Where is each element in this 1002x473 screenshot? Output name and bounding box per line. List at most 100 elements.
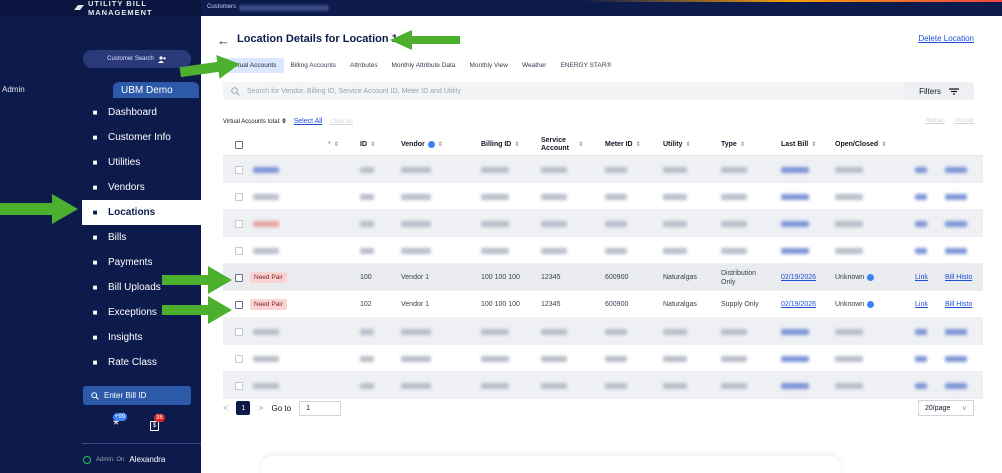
- notification-area: * +99 $ 38: [110, 413, 170, 435]
- row-checkbox[interactable]: [235, 345, 243, 372]
- need-pair-badge: Need Pair: [250, 291, 287, 318]
- row-link[interactable]: Link: [915, 291, 928, 318]
- table-row[interactable]: Need Pair 100 Vendor 1 100 100 100 12345 6009…: [223, 264, 983, 291]
- table-row[interactable]: [223, 156, 983, 183]
- row-checkbox[interactable]: [235, 372, 243, 399]
- customer-search-label: Customer Search: [107, 56, 154, 62]
- row-checkbox[interactable]: [235, 210, 243, 237]
- header-billing-id[interactable]: Billing ID ⇕: [481, 141, 519, 149]
- sidebar-item-vendors[interactable]: ■ Vendors: [82, 175, 201, 200]
- bill-history-link[interactable]: Bill Histo: [945, 291, 983, 318]
- header-utility[interactable]: Utility ⇕: [663, 141, 690, 149]
- redacted-status: [253, 183, 279, 210]
- annotation-arrow-locations: [0, 194, 78, 224]
- clear-all-link[interactable]: Clear All: [330, 119, 352, 125]
- sidebar-item-label: Customer Info: [108, 132, 171, 144]
- bill-id-input[interactable]: Enter Bill ID: [83, 386, 191, 405]
- redacted-cell: [360, 318, 374, 345]
- delete-location-link[interactable]: Delete Location: [918, 34, 974, 43]
- summary-row: Virtual Accounts total: 9 Select All Cle…: [223, 118, 353, 125]
- brand-bar: UTILITY BILL MANAGEMENT: [0, 0, 201, 17]
- redacted-status: [253, 237, 279, 264]
- redacted-cell: [945, 237, 967, 264]
- tab-monthly-view[interactable]: Monthly View: [462, 58, 515, 73]
- remap-link[interactable]: Remap: [925, 118, 944, 124]
- info-icon: [867, 301, 875, 308]
- cell-utility: Naturalgas: [663, 301, 697, 308]
- sidebar-item-insights[interactable]: ■ Insights: [82, 325, 201, 350]
- header-last-bill[interactable]: Last Bill ⇕: [781, 141, 816, 149]
- cell-open-closed: Unknown: [835, 264, 875, 291]
- main-content: ← Location Details for Location 1 Delete…: [201, 16, 1002, 473]
- header-select-checkbox[interactable]: [235, 140, 243, 149]
- tab-billing-accounts[interactable]: Billing Accounts: [284, 58, 344, 73]
- row-checkbox[interactable]: [235, 156, 243, 183]
- back-arrow-icon[interactable]: ←: [217, 33, 230, 48]
- select-all-link[interactable]: Select All: [294, 118, 323, 125]
- dashboard-icon: ■: [92, 108, 98, 117]
- bill-history-link[interactable]: Bill Histo: [945, 264, 983, 291]
- bill-notification-icon[interactable]: $: [150, 421, 159, 431]
- row-checkbox[interactable]: [235, 291, 243, 318]
- row-checkbox[interactable]: [235, 237, 243, 264]
- row-link[interactable]: Link: [915, 264, 928, 291]
- redacted-cell: [945, 183, 967, 210]
- search-icon: [91, 391, 99, 400]
- redacted-cell: [945, 210, 967, 237]
- filters-label: Filters: [919, 86, 941, 96]
- table-row[interactable]: [223, 318, 983, 345]
- search-input[interactable]: Search for Vendor, Billing ID, Service A…: [223, 82, 925, 100]
- row-checkbox[interactable]: [235, 183, 243, 210]
- info-icon: [867, 274, 875, 281]
- unmap-link[interactable]: Unmap: [955, 118, 974, 124]
- sidebar-item-utilities[interactable]: ■ Utilities: [82, 150, 201, 175]
- last-bill-link[interactable]: 02/19/2026: [781, 291, 816, 318]
- filters-button[interactable]: Filters: [904, 82, 974, 100]
- redacted-cell: [915, 210, 927, 237]
- table-row[interactable]: [223, 237, 983, 264]
- header-type[interactable]: Type ⇕: [721, 141, 745, 149]
- pagination: < 1 > Go to 1: [223, 400, 342, 416]
- goto-page-input[interactable]: 1: [299, 400, 342, 416]
- tab-attributes[interactable]: Attributes: [343, 58, 384, 73]
- tab-energy-star[interactable]: ENERGY STAR®: [553, 58, 618, 73]
- bill-id-placeholder: Enter Bill ID: [104, 391, 147, 400]
- breadcrumb[interactable]: Customers: [207, 4, 236, 10]
- table-row[interactable]: [223, 183, 983, 210]
- table-row[interactable]: Need Pair 102 Vendor 1 100 100 100 12345 6009…: [223, 291, 983, 318]
- header-vendor[interactable]: Vendor ⇕: [401, 141, 443, 149]
- redacted-cell: [781, 210, 809, 237]
- table-row[interactable]: [223, 372, 983, 399]
- sidebar-item-locations[interactable]: ■ Locations: [82, 200, 201, 226]
- admin-toggle[interactable]: Admin: On Alexandra: [83, 455, 165, 464]
- page-size-select[interactable]: 20/page ∨: [918, 400, 974, 416]
- header-open-closed[interactable]: Open/Closed ⇕: [835, 141, 886, 149]
- sidebar-item-dashboard[interactable]: ■ Dashboard: [82, 100, 201, 125]
- row-checkbox[interactable]: [235, 264, 243, 291]
- redacted-cell: [481, 318, 509, 345]
- customer-tab-ubm-demo[interactable]: UBM Demo: [113, 82, 199, 98]
- header-star[interactable]: * ⇕: [328, 141, 339, 149]
- header-service-account[interactable]: Service Account ⇕: [541, 137, 593, 153]
- tab-monthly-attribute-data[interactable]: Monthly Attribute Data: [385, 58, 463, 73]
- cell-meter-id: 600900: [605, 274, 629, 281]
- page-size-value: 20/page: [925, 404, 951, 412]
- sidebar-item-rate-class[interactable]: ■ Rate Class: [82, 350, 201, 375]
- row-checkbox[interactable]: [235, 318, 243, 345]
- page-1-button[interactable]: 1: [236, 401, 251, 415]
- sidebar-item-bills[interactable]: ■ Bills: [82, 225, 201, 250]
- table-row[interactable]: [223, 345, 983, 372]
- sidebar-item-label: Rate Class: [108, 357, 157, 369]
- redacted-cell: [401, 210, 431, 237]
- prev-page-button[interactable]: <: [223, 403, 228, 413]
- tab-weather[interactable]: Weather: [515, 58, 553, 73]
- customer-search-button[interactable]: Customer Search: [83, 50, 191, 68]
- redacted-status: [253, 345, 279, 372]
- header-meter-id[interactable]: Meter ID ⇕: [605, 141, 641, 149]
- sidebar-item-customer-info[interactable]: ■ Customer Info: [82, 125, 201, 150]
- table-row[interactable]: [223, 210, 983, 237]
- header-id[interactable]: ID ⇕: [360, 141, 375, 149]
- last-bill-link[interactable]: 02/19/2026: [781, 264, 816, 291]
- chevron-down-icon: ∨: [961, 405, 967, 412]
- next-page-button[interactable]: >: [258, 403, 263, 413]
